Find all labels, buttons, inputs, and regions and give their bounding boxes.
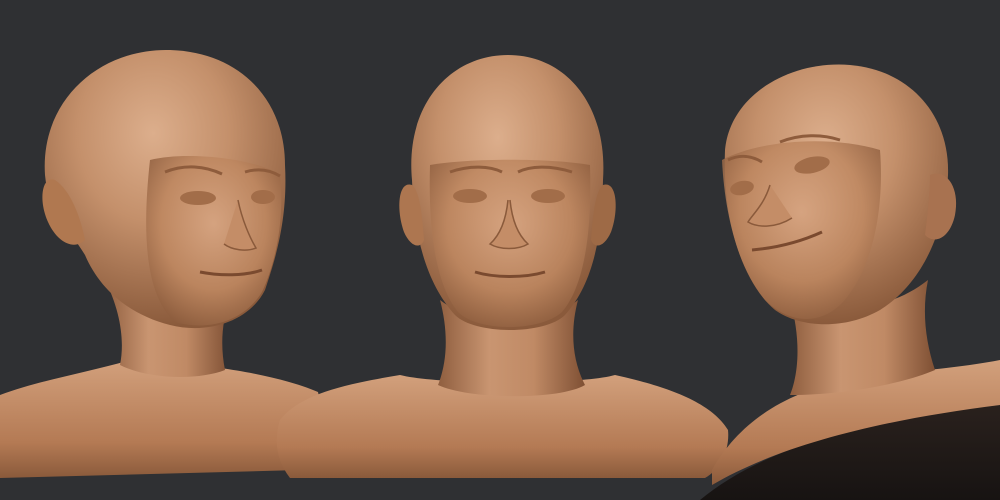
bust-center bbox=[276, 55, 729, 478]
face-left bbox=[146, 155, 282, 326]
busts-render bbox=[0, 49, 1000, 500]
eye-left-a bbox=[180, 191, 216, 205]
eye-left-b bbox=[251, 190, 275, 204]
bust-right bbox=[700, 64, 1000, 500]
render-canvas bbox=[0, 0, 1000, 500]
bust-left bbox=[0, 49, 322, 478]
shoulders-left bbox=[0, 360, 322, 478]
eye-center-a bbox=[453, 189, 487, 203]
eye-center-b bbox=[531, 189, 565, 203]
